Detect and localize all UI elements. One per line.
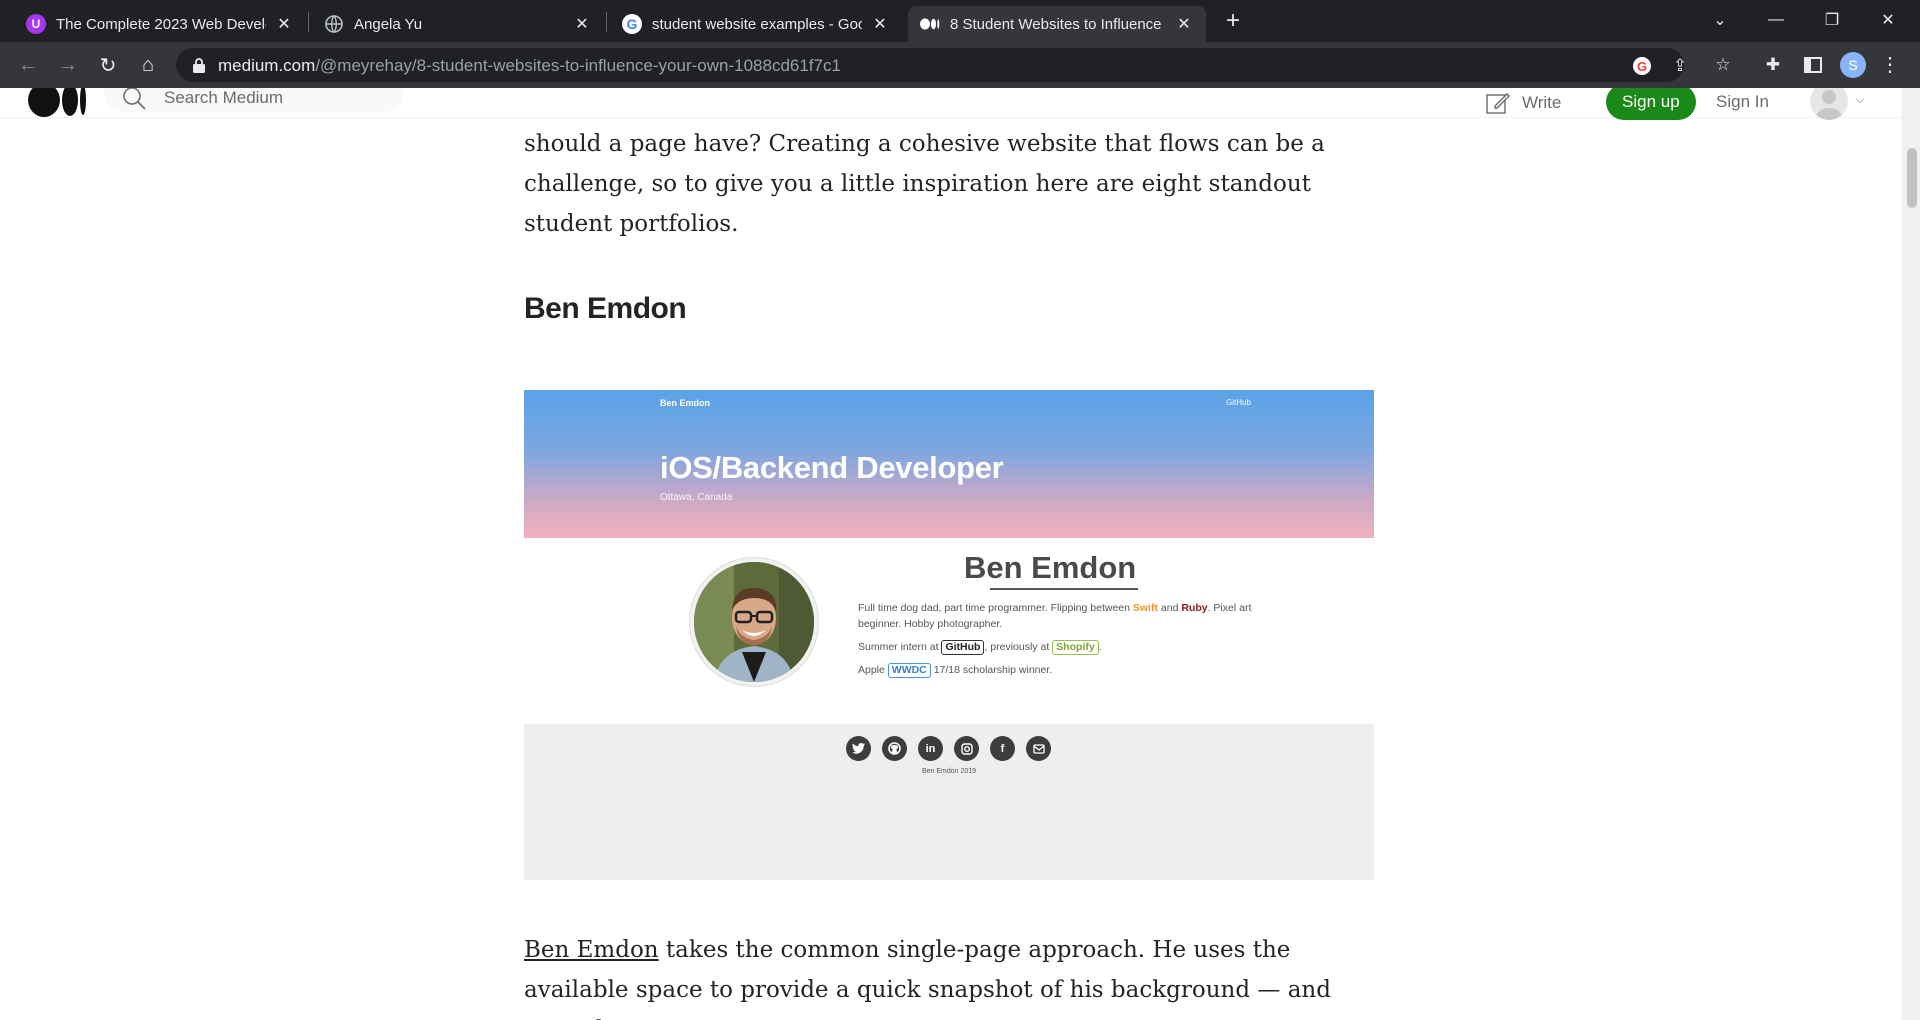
tab-medium-article[interactable]: 8 Student Websites to Influence Y ✕ bbox=[908, 6, 1206, 42]
tab-search-chevron-icon[interactable]: ⌄ bbox=[1692, 0, 1748, 40]
bio-text: , previously at bbox=[984, 641, 1053, 653]
tab-udemy-course[interactable]: U The Complete 2023 Web Develop ✕ bbox=[14, 6, 306, 42]
portfolio-github-link: GitHub bbox=[1226, 398, 1251, 407]
bio-line-1: Full time dog dad, part time programmer.… bbox=[858, 600, 1278, 632]
restore-icon[interactable]: ❐ bbox=[1804, 0, 1860, 40]
back-arrow-icon[interactable]: ← bbox=[14, 51, 42, 79]
bio-text: Full time dog dad, part time programmer.… bbox=[858, 602, 1133, 614]
swift-label: Swift bbox=[1132, 602, 1158, 614]
intro-paragraph: should a page have? Creating a cohesive … bbox=[524, 131, 1325, 237]
close-icon[interactable]: ✕ bbox=[870, 14, 890, 34]
new-tab-button[interactable]: + bbox=[1220, 8, 1246, 34]
email-icon bbox=[1026, 736, 1051, 761]
close-window-icon[interactable]: ✕ bbox=[1860, 0, 1916, 40]
side-panel-icon[interactable] bbox=[1802, 54, 1824, 76]
bio-line-2: Summer intern at GitHub, previously at S… bbox=[858, 639, 1278, 655]
portfolio-screenshot[interactable]: Ben Emdon GitHub iOS/Backend Developer O… bbox=[524, 390, 1374, 880]
minimize-icon[interactable]: — bbox=[1748, 0, 1804, 40]
bio-text: Summer intern at bbox=[858, 641, 942, 653]
bio-text: . bbox=[1098, 641, 1102, 653]
profile-avatar[interactable]: S bbox=[1840, 52, 1866, 78]
google-icon: G bbox=[622, 14, 642, 34]
url-host: medium.com bbox=[218, 56, 316, 75]
tab-title: student website examples - Goo bbox=[652, 15, 862, 33]
portfolio-role: iOS/Backend Developer bbox=[660, 450, 1004, 485]
tab-title: Angela Yu bbox=[354, 15, 423, 33]
sign-up-button[interactable]: Sign up bbox=[1606, 88, 1696, 120]
search-box[interactable]: Search Medium bbox=[104, 88, 404, 112]
portfolio-bio: Full time dog dad, part time programmer.… bbox=[858, 600, 1278, 685]
share-icon[interactable]: ⇪ bbox=[1670, 56, 1690, 76]
lock-icon[interactable] bbox=[192, 57, 206, 73]
portfolio-site-name: Ben Emdon bbox=[660, 398, 711, 408]
more-menu-icon[interactable]: ⋮ bbox=[1880, 52, 1900, 78]
portfolio-copyright: Ben Emdon 2019 bbox=[921, 768, 977, 775]
bookmark-star-icon[interactable]: ☆ bbox=[1712, 54, 1734, 76]
tab-title: 8 Student Websites to Influence Y bbox=[950, 15, 1166, 33]
portrait-photo bbox=[690, 558, 818, 686]
chevron-down-icon[interactable]: ⌵ bbox=[1856, 94, 1864, 107]
search-placeholder: Search Medium bbox=[164, 88, 284, 107]
sign-in-link[interactable]: Sign In bbox=[1716, 92, 1769, 112]
section-heading: Ben Emdon bbox=[524, 292, 687, 325]
globe-icon bbox=[324, 14, 344, 34]
shopify-badge: Shopify bbox=[1052, 640, 1099, 655]
bio-text: and bbox=[1157, 602, 1182, 614]
scrollbar-thumb[interactable] bbox=[1907, 148, 1917, 208]
github-badge: GitHub bbox=[941, 640, 985, 655]
bio-text: 17/18 scholarship winner. bbox=[930, 664, 1053, 676]
page-scrollbar[interactable] bbox=[1902, 88, 1920, 1020]
forward-arrow-icon[interactable]: → bbox=[54, 51, 82, 79]
url-path: /@meyrehay/8-student-websites-to-influen… bbox=[315, 56, 841, 75]
svg-text:G: G bbox=[1637, 59, 1647, 74]
user-avatar[interactable] bbox=[1810, 88, 1848, 120]
browser-toolbar: ← → ↻ ⌂ medium.com/@meyrehay/8-student-w… bbox=[0, 42, 1920, 88]
extensions-puzzle-icon[interactable]: ✚ bbox=[1762, 54, 1784, 76]
tab-separator bbox=[606, 12, 607, 32]
github-icon bbox=[882, 736, 907, 761]
bio-line-3: Apple WWDC 17/18 scholarship winner. bbox=[858, 662, 1278, 678]
udemy-icon: U bbox=[26, 14, 46, 34]
ruby-label: Ruby bbox=[1181, 602, 1208, 614]
browser-tab-strip: U The Complete 2023 Web Develop ✕ Angela… bbox=[0, 0, 1920, 42]
medium-icon bbox=[920, 14, 940, 34]
portfolio-name: Ben Emdon bbox=[964, 550, 1137, 585]
tab-google-search[interactable]: G student website examples - Goo ✕ bbox=[610, 6, 902, 42]
write-icon bbox=[1486, 93, 1510, 114]
tab-separator bbox=[308, 12, 309, 32]
social-links: in f bbox=[846, 736, 1051, 761]
facebook-icon: f bbox=[990, 736, 1015, 761]
tab-title: The Complete 2023 Web Develop bbox=[56, 15, 266, 33]
portfolio-location: Ottawa, Canada bbox=[660, 492, 733, 503]
medium-header: Search Medium Write Sign up Sign In ⌵ bbox=[0, 88, 1902, 120]
close-icon[interactable]: ✕ bbox=[1174, 14, 1194, 34]
close-icon[interactable]: ✕ bbox=[572, 14, 592, 34]
address-bar[interactable]: medium.com/@meyrehay/8-student-websites-… bbox=[176, 48, 1687, 82]
portfolio-hero: Ben Emdon GitHub iOS/Backend Developer O… bbox=[524, 390, 1374, 538]
wwdc-badge: WWDC bbox=[887, 663, 931, 678]
home-icon[interactable]: ⌂ bbox=[134, 51, 162, 79]
linkedin-icon: in bbox=[918, 736, 943, 761]
instagram-icon bbox=[954, 736, 979, 761]
search-icon bbox=[123, 88, 146, 110]
twitter-icon bbox=[846, 736, 871, 761]
tab-angela-yu[interactable]: Angela Yu ✕ bbox=[312, 6, 604, 42]
ben-emdon-link[interactable]: Ben Emdon bbox=[524, 937, 659, 963]
reload-icon[interactable]: ↻ bbox=[94, 51, 122, 79]
body-paragraph: Ben Emdon takes the common single-page a… bbox=[524, 930, 1374, 1020]
bio-text: Apple bbox=[858, 664, 888, 676]
close-icon[interactable]: ✕ bbox=[274, 14, 294, 34]
write-label: Write bbox=[1522, 93, 1562, 112]
portfolio-footer: in f Ben Emdon 2019 bbox=[524, 724, 1374, 880]
google-lens-icon[interactable]: G bbox=[1632, 56, 1652, 76]
url-text[interactable]: medium.com/@meyrehay/8-student-websites-… bbox=[218, 56, 841, 76]
medium-logo-icon[interactable] bbox=[28, 88, 86, 118]
name-underline bbox=[990, 588, 1138, 590]
write-button[interactable]: Write bbox=[1486, 92, 1561, 114]
page-viewport: Search Medium Write Sign up Sign In ⌵ sh… bbox=[0, 88, 1902, 1020]
